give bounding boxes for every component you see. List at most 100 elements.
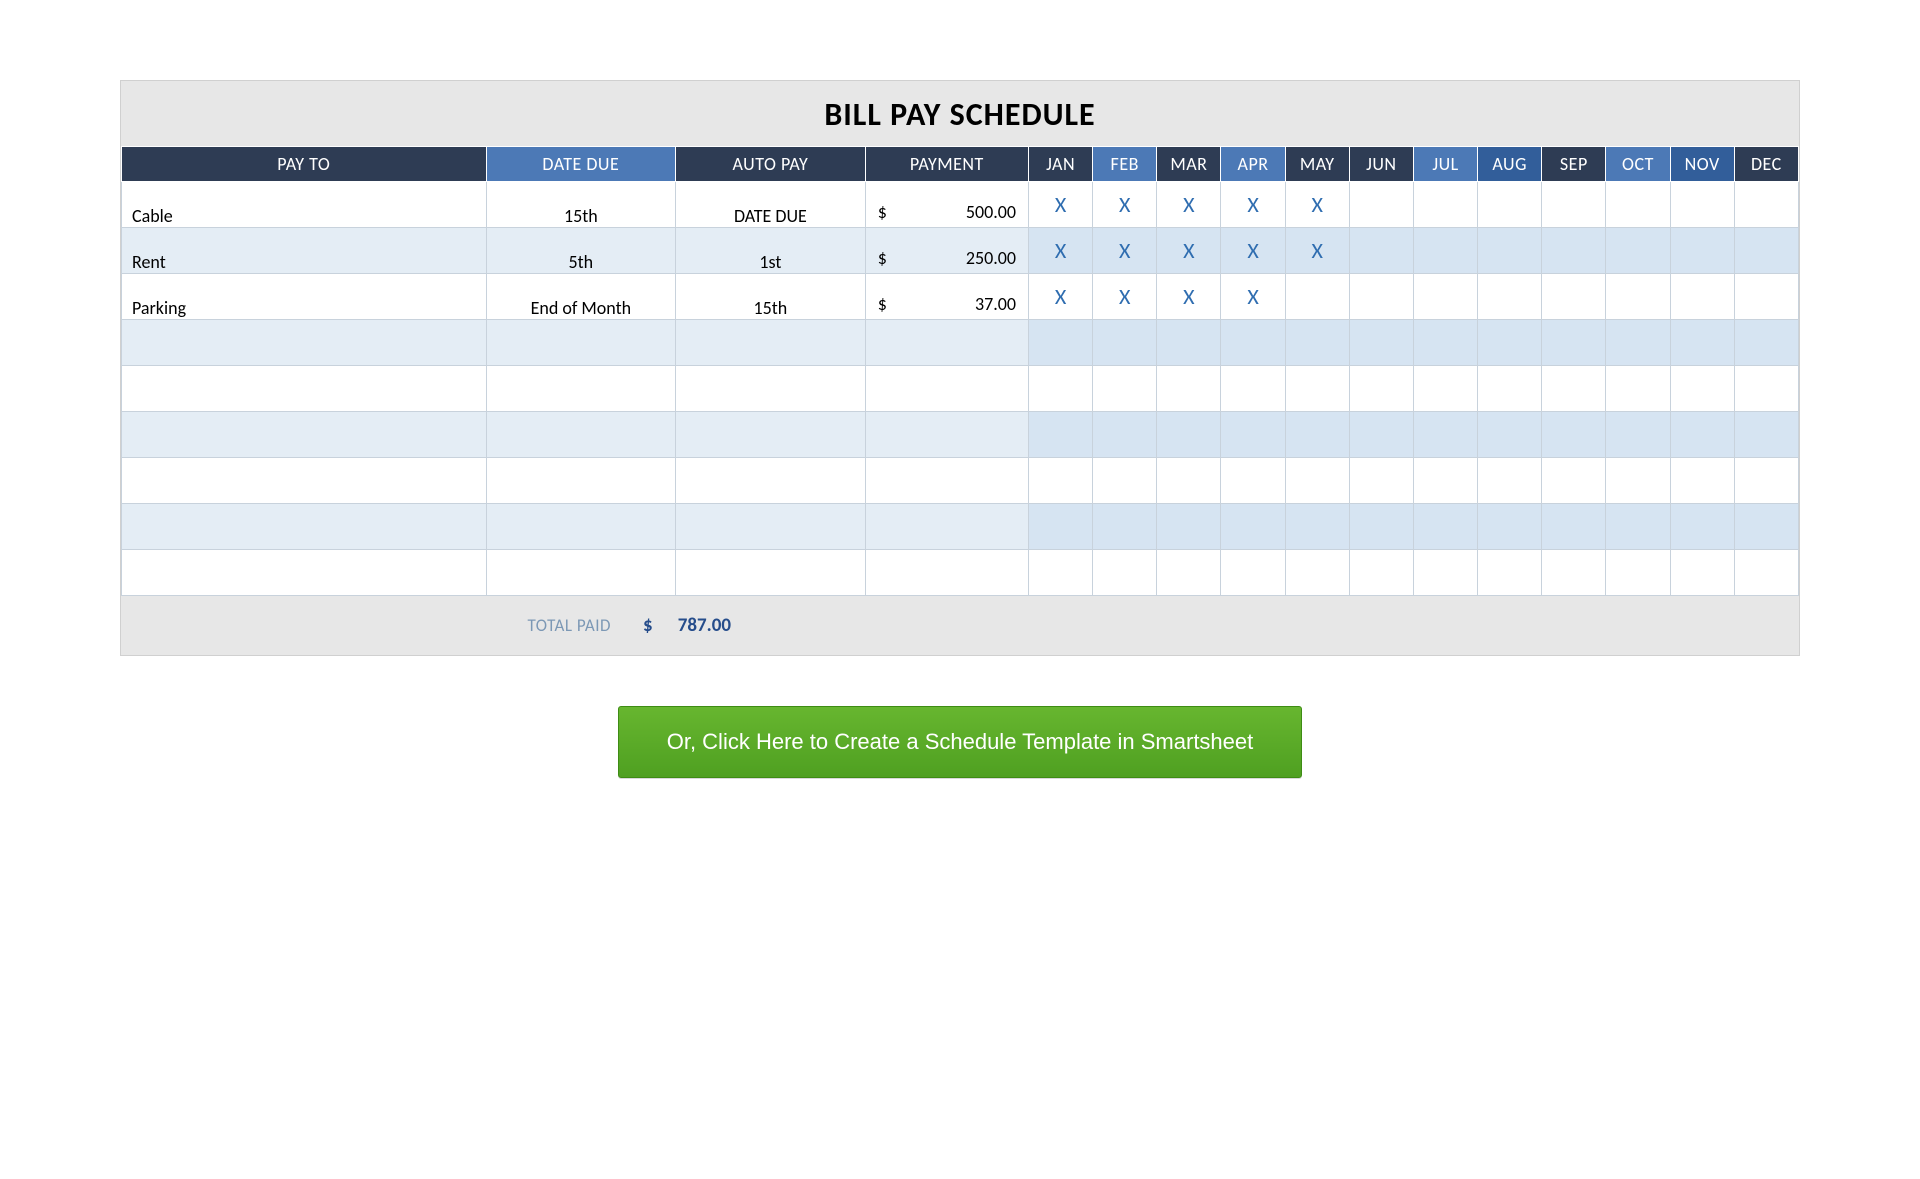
cell-month[interactable] [1349,366,1413,412]
cell-month[interactable] [1542,412,1606,458]
cell-month[interactable] [1413,320,1477,366]
cell-month[interactable]: X [1157,274,1221,320]
cell-month[interactable] [1734,366,1798,412]
cell-pay-to[interactable] [122,550,487,596]
cell-month[interactable] [1478,504,1542,550]
cell-pay-to[interactable]: Cable [122,182,487,228]
cell-month[interactable] [1349,228,1413,274]
cell-month[interactable] [1093,504,1157,550]
cell-month[interactable] [1285,412,1349,458]
cell-date-due[interactable]: End of Month [486,274,676,320]
cell-date-due[interactable] [486,366,676,412]
cell-pay-to[interactable]: Parking [122,274,487,320]
cell-month[interactable] [1157,366,1221,412]
cell-month[interactable] [1670,182,1734,228]
cell-month[interactable] [1606,504,1670,550]
cell-month[interactable] [1349,504,1413,550]
cell-month[interactable] [1221,458,1285,504]
cell-month[interactable] [1221,320,1285,366]
cell-payment[interactable]: $37.00 [865,274,1028,320]
cell-month[interactable]: X [1029,274,1093,320]
cell-month[interactable] [1349,550,1413,596]
cell-month[interactable] [1670,320,1734,366]
cell-date-due[interactable] [486,320,676,366]
cell-month[interactable] [1542,274,1606,320]
cell-date-due[interactable] [486,504,676,550]
create-template-button[interactable]: Or, Click Here to Create a Schedule Temp… [618,706,1303,778]
cell-payment[interactable] [865,458,1028,504]
cell-month[interactable] [1670,228,1734,274]
cell-month[interactable]: X [1029,228,1093,274]
cell-date-due[interactable] [486,412,676,458]
cell-month[interactable] [1221,366,1285,412]
cell-date-due[interactable] [486,458,676,504]
cell-month[interactable] [1734,504,1798,550]
cell-month[interactable]: X [1093,182,1157,228]
cell-month[interactable] [1413,182,1477,228]
cell-month[interactable] [1157,458,1221,504]
cell-month[interactable] [1734,228,1798,274]
cell-month[interactable] [1413,550,1477,596]
cell-month[interactable] [1478,320,1542,366]
cell-auto-pay[interactable]: 1st [676,228,866,274]
cell-payment[interactable] [865,320,1028,366]
cell-month[interactable] [1670,550,1734,596]
cell-month[interactable] [1542,550,1606,596]
cell-month[interactable] [1670,458,1734,504]
cell-month[interactable] [1670,504,1734,550]
cell-pay-to[interactable] [122,458,487,504]
cell-month[interactable] [1413,504,1477,550]
cell-auto-pay[interactable]: DATE DUE [676,182,866,228]
cell-month[interactable] [1542,228,1606,274]
cell-month[interactable] [1542,458,1606,504]
cell-month[interactable] [1670,274,1734,320]
cell-auto-pay[interactable] [676,458,866,504]
cell-month[interactable] [1542,366,1606,412]
cell-month[interactable] [1413,458,1477,504]
cell-month[interactable]: X [1157,182,1221,228]
cell-month[interactable] [1478,366,1542,412]
cell-month[interactable] [1542,320,1606,366]
cell-payment[interactable] [865,550,1028,596]
cell-month[interactable] [1093,366,1157,412]
cell-month[interactable] [1670,412,1734,458]
cell-month[interactable] [1606,228,1670,274]
cell-month[interactable] [1221,504,1285,550]
cell-payment[interactable]: $500.00 [865,182,1028,228]
cell-pay-to[interactable] [122,412,487,458]
cell-month[interactable] [1413,412,1477,458]
cell-auto-pay[interactable] [676,412,866,458]
cell-month[interactable] [1349,412,1413,458]
cell-month[interactable] [1606,412,1670,458]
cell-month[interactable] [1478,274,1542,320]
cell-month[interactable]: X [1221,274,1285,320]
cell-month[interactable] [1413,228,1477,274]
cell-auto-pay[interactable] [676,550,866,596]
cell-month[interactable] [1670,366,1734,412]
cell-month[interactable] [1029,366,1093,412]
cell-month[interactable]: X [1285,228,1349,274]
cell-month[interactable] [1029,550,1093,596]
cell-month[interactable] [1157,504,1221,550]
cell-month[interactable] [1606,182,1670,228]
cell-month[interactable] [1478,550,1542,596]
cell-month[interactable] [1093,320,1157,366]
cell-month[interactable] [1157,412,1221,458]
cell-month[interactable] [1285,366,1349,412]
cell-month[interactable] [1734,412,1798,458]
cell-month[interactable] [1734,320,1798,366]
cell-month[interactable] [1478,182,1542,228]
cell-auto-pay[interactable] [676,504,866,550]
cell-month[interactable] [1093,550,1157,596]
cell-date-due[interactable]: 15th [486,182,676,228]
cell-auto-pay[interactable]: 15th [676,274,866,320]
cell-date-due[interactable]: 5th [486,228,676,274]
cell-pay-to[interactable]: Rent [122,228,487,274]
cell-month[interactable] [1606,320,1670,366]
cell-month[interactable] [1029,412,1093,458]
cell-month[interactable] [1221,550,1285,596]
cell-payment[interactable] [865,366,1028,412]
cell-month[interactable] [1734,274,1798,320]
cell-month[interactable] [1606,550,1670,596]
cell-payment[interactable] [865,412,1028,458]
